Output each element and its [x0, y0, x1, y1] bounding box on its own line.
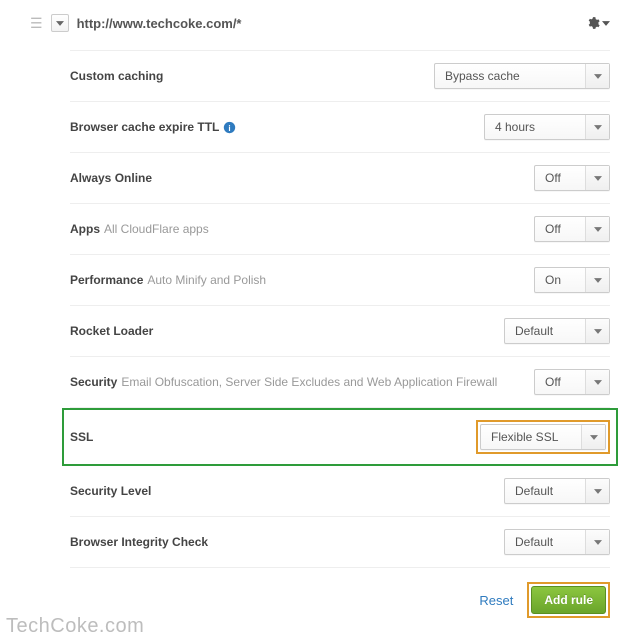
select-value: Default	[505, 319, 585, 343]
label-security-level: Security Level	[70, 484, 504, 498]
label-performance: Performance Auto Minify and Polish	[70, 273, 534, 287]
row-apps: Apps All CloudFlare apps Off	[70, 204, 610, 255]
label-sub: All CloudFlare apps	[104, 222, 209, 236]
reset-link[interactable]: Reset	[479, 593, 513, 608]
row-browser-integrity: Browser Integrity Check Default	[70, 517, 610, 568]
label-ssl: SSL	[70, 430, 476, 444]
select-value: Off	[535, 166, 585, 190]
label-text: Rocket Loader	[70, 324, 153, 338]
row-custom-caching: Custom caching Bypass cache	[70, 50, 610, 102]
info-icon[interactable]: i	[223, 121, 236, 134]
select-security-level[interactable]: Default	[504, 478, 610, 504]
chevron-down-icon	[585, 530, 609, 554]
rule-url-pattern: http://www.techcoke.com/*	[77, 16, 578, 31]
label-browser-integrity: Browser Integrity Check	[70, 535, 504, 549]
select-apps[interactable]: Off	[534, 216, 610, 242]
chevron-down-icon	[585, 64, 609, 88]
select-value: On	[535, 268, 585, 292]
rule-footer: Reset Add rule	[70, 568, 610, 622]
chevron-down-icon	[585, 166, 609, 190]
drag-handle-icon[interactable]: ☰	[30, 16, 43, 30]
row-security: Security Email Obfuscation, Server Side …	[70, 357, 610, 408]
label-text: Always Online	[70, 171, 152, 185]
label-rocket-loader: Rocket Loader	[70, 324, 504, 338]
label-sub: Email Obfuscation, Server Side Excludes …	[121, 375, 497, 389]
chevron-down-icon	[585, 319, 609, 343]
select-value: 4 hours	[485, 115, 585, 139]
select-value: Default	[505, 530, 585, 554]
row-rocket-loader: Rocket Loader Default	[70, 306, 610, 357]
select-always-online[interactable]: Off	[534, 165, 610, 191]
select-rocket-loader[interactable]: Default	[504, 318, 610, 344]
label-always-online: Always Online	[70, 171, 534, 185]
chevron-down-icon	[585, 479, 609, 503]
label-security: Security Email Obfuscation, Server Side …	[70, 375, 534, 389]
label-text: Performance	[70, 273, 143, 287]
rule-settings-list: Custom caching Bypass cache Browser cach…	[30, 50, 610, 622]
add-rule-button[interactable]: Add rule	[531, 586, 606, 614]
highlight-ssl-select: Flexible SSL	[476, 420, 610, 454]
chevron-down-icon	[585, 217, 609, 241]
select-ssl[interactable]: Flexible SSL	[480, 424, 606, 450]
label-browser-ttl: Browser cache expire TTL i	[70, 120, 484, 134]
rule-collapse-toggle[interactable]	[51, 14, 69, 32]
select-browser-ttl[interactable]: 4 hours	[484, 114, 610, 140]
select-value: Flexible SSL	[481, 425, 581, 449]
select-browser-integrity[interactable]: Default	[504, 529, 610, 555]
select-value: Off	[535, 370, 585, 394]
row-browser-ttl: Browser cache expire TTL i 4 hours	[70, 102, 610, 153]
chevron-down-icon	[585, 115, 609, 139]
label-apps: Apps All CloudFlare apps	[70, 222, 534, 236]
label-custom-caching: Custom caching	[70, 69, 434, 83]
svg-text:i: i	[229, 123, 231, 132]
select-value: Default	[505, 479, 585, 503]
label-sub: Auto Minify and Polish	[147, 273, 266, 287]
rule-header: ☰ http://www.techcoke.com/*	[30, 10, 610, 32]
label-text: Apps	[70, 222, 100, 236]
select-custom-caching[interactable]: Bypass cache	[434, 63, 610, 89]
highlight-add-rule: Add rule	[527, 582, 610, 618]
row-security-level: Security Level Default	[70, 466, 610, 517]
chevron-down-icon	[585, 268, 609, 292]
select-security[interactable]: Off	[534, 369, 610, 395]
label-text: SSL	[70, 430, 93, 444]
label-text: Browser cache expire TTL	[70, 120, 219, 134]
chevron-down-icon	[581, 425, 605, 449]
row-always-online: Always Online Off	[70, 153, 610, 204]
select-value: Off	[535, 217, 585, 241]
label-text: Security	[70, 375, 117, 389]
select-performance[interactable]: On	[534, 267, 610, 293]
label-text: Custom caching	[70, 69, 163, 83]
label-text: Security Level	[70, 484, 151, 498]
row-ssl: SSL Flexible SSL	[62, 408, 618, 466]
select-value: Bypass cache	[435, 64, 585, 88]
rule-settings-menu[interactable]	[586, 16, 610, 30]
chevron-down-icon	[585, 370, 609, 394]
label-text: Browser Integrity Check	[70, 535, 208, 549]
row-performance: Performance Auto Minify and Polish On	[70, 255, 610, 306]
